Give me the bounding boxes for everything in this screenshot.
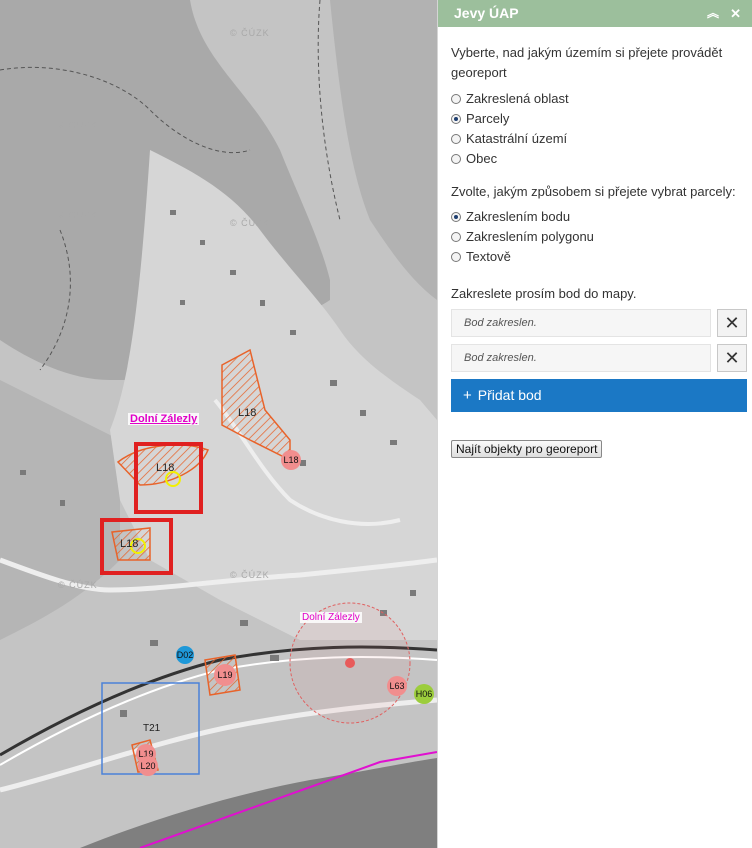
parcel-option-point[interactable]: Zakreslením bodu [451,207,747,227]
option-label: Zakreslením bodu [466,209,571,224]
point-field: Bod zakreslen. [451,344,711,372]
zone-label: T21 [143,723,161,734]
zone-label: L18 [238,407,257,419]
option-label: Parcely [466,111,510,126]
georeport-panel: Jevy ÚAP ︽ ✕ Vyberte, nad jakým územím s… [437,0,752,848]
map-watermark: © ČÚZK [58,580,98,590]
zone-label: L63 [389,681,405,691]
zone-marker: L20 [138,756,158,776]
area-option-parcels[interactable]: Parcely [451,109,747,129]
close-icon: ✕ [724,313,740,333]
plus-icon: + [463,387,472,404]
intro-text: Vyberte, nad jakým územím si přejete pro… [451,45,723,80]
zone-label: D02 [176,650,194,660]
radio-icon[interactable] [451,154,461,164]
remove-point-button[interactable]: ✕ [717,344,747,372]
radio-checked-icon[interactable] [451,212,461,222]
find-objects-button[interactable]: Najít objekty pro georeport [451,440,603,458]
parcel-option-text[interactable]: Textově [451,247,747,267]
map-watermark: © ČÚZK [230,570,270,580]
area-option-drawn[interactable]: Zakreslená oblast [451,89,747,109]
panel-body: Vyberte, nad jakým územím si přejete pro… [438,27,752,458]
add-point-button[interactable]: + Přidat bod [451,379,747,412]
remove-point-button[interactable]: ✕ [717,309,747,337]
option-label: Textově [466,249,511,264]
option-label: Obec [466,151,498,166]
point-row: Bod zakreslen. ✕ [451,309,747,337]
map-watermark: © ČÚZK [230,28,270,38]
zone-marker: L19 [214,664,236,686]
chevron-double-up-icon[interactable]: ︽ [707,0,719,27]
parcel-prompt: Zvolte, jakým způsobem si přejete vybrat… [451,184,736,199]
panel-header: Jevy ÚAP ︽ ✕ [438,0,752,27]
area-option-cadastral[interactable]: Katastrální území [451,129,747,149]
point-row: Bod zakreslen. ✕ [451,344,747,372]
map-watermark: © ČÚZK [58,210,98,220]
radio-icon[interactable] [451,252,461,262]
zone-marker: D02 [176,646,194,664]
add-point-label: Přidat bod [477,387,542,403]
zone-label: L18 [283,455,299,465]
panel-title: Jevy ÚAP [454,5,519,21]
area-option-list: Zakreslená oblast Parcely Katastrální úz… [451,89,747,169]
place-label: Dolní Zálezly [128,413,200,425]
area-option-municipality[interactable]: Obec [451,149,747,169]
draw-prompt: Zakreslete prosím bod do mapy. [451,286,637,301]
close-icon: ✕ [724,348,740,368]
close-icon[interactable]: ✕ [730,0,741,27]
option-label: Zakreslením polygonu [466,229,594,244]
place-label: Dolní Zálezly [300,612,362,623]
map-view[interactable]: © ČÚZK © ČÚZK © ČÚZK © ČÚZK © ČÚZK © ČÚZ… [0,0,437,848]
parcel-option-polygon[interactable]: Zakreslením polygonu [451,227,747,247]
zone-label: L18 [156,462,175,474]
radio-icon[interactable] [451,94,461,104]
zone-marker: L63 [387,676,407,696]
option-label: Zakreslená oblast [466,91,569,106]
zone-marker: L18 [281,450,301,470]
radio-icon[interactable] [451,134,461,144]
parcel-option-list: Zakreslením bodu Zakreslením polygonu Te… [451,207,747,267]
zone-label: H06 [415,689,433,699]
point-field: Bod zakreslen. [451,309,711,337]
zone-marker: H06 [414,684,434,704]
radio-icon[interactable] [451,232,461,242]
map-watermark: © ČÚZK [230,218,270,228]
radio-checked-icon[interactable] [451,114,461,124]
option-label: Katastrální území [466,131,568,146]
zone-label: L19 [217,670,233,680]
map-watermark: © ČÚZK [58,120,98,130]
buffer-center [345,658,355,668]
zone-label: L18 [120,538,139,550]
zone-label: L20 [140,761,156,771]
